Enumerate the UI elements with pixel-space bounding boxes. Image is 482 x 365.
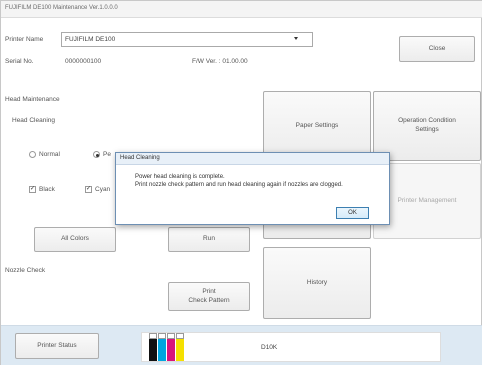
ink-yellow [176,339,184,361]
print-check-pattern-label: Print Check Pattern [188,287,230,304]
chevron-down-icon [294,37,298,40]
paper-settings-button[interactable]: Paper Settings [263,91,371,161]
radio-normal[interactable] [29,151,36,158]
checkmark-icon: ✓ [30,186,36,192]
checkbox-cyan[interactable]: ✓ [85,186,92,193]
printer-model-text: D10K [261,344,278,351]
ink-level-panel [141,332,441,362]
head-cleaning-dialog: Head Cleaning Power head cleaning is com… [115,152,390,225]
firmware-version: F/W Ver. : 01.00.00 [192,58,248,65]
printer-name-value: FUJIFILM DE100 [65,36,116,43]
dialog-message-line2: Print nozzle check pattern and run head … [135,182,343,188]
radio-power[interactable] [93,151,100,158]
head-maintenance-title: Head Maintenance [5,96,60,103]
operation-condition-settings-label: Operation Condition Settings [398,117,456,133]
operation-condition-settings-button[interactable]: Operation Condition Settings [373,91,481,161]
history-label: History [306,278,328,286]
dialog-message-line1: Power head cleaning is complete. [135,174,225,180]
radio-normal-label: Normal [39,151,60,158]
dialog-title: Head Cleaning [116,153,389,165]
printer-status-label: Printer Status [37,341,77,349]
all-colors-button-label: All Colors [61,235,89,243]
ok-button[interactable]: OK [336,207,369,219]
close-button[interactable]: Close [399,36,475,62]
close-button-label: Close [428,44,446,52]
checkbox-black[interactable]: ✓ [29,186,36,193]
printer-status-button[interactable]: Printer Status [15,333,99,359]
ink-black [149,339,157,361]
ink-magenta [167,339,175,361]
paper-settings-label: Paper Settings [295,121,339,129]
head-cleaning-label: Head Cleaning [12,117,56,124]
history-button[interactable]: History [263,247,371,319]
serial-value: 0000000100 [65,58,102,65]
printer-management-label: Printer Management [397,196,457,204]
run-button[interactable]: Run [168,227,250,252]
maintenance-window: FUJIFILM DE100 Maintenance Ver.1.0.0.0 P… [0,0,482,365]
checkmark-icon: ✓ [86,186,92,192]
nozzle-check-title: Nozzle Check [5,267,46,274]
dialog-message: Power head cleaning is complete. Print n… [135,173,343,189]
checkbox-cyan-label: Cyan [95,186,111,193]
window-title: FUJIFILM DE100 Maintenance Ver.1.0.0.0 [1,1,482,18]
print-check-pattern-button[interactable]: Print Check Pattern [168,282,250,311]
all-colors-button[interactable]: All Colors [34,227,116,252]
ok-button-label: OK [348,210,357,216]
checkbox-black-label: Black [39,186,55,193]
ink-cyan [158,339,166,361]
run-button-label: Run [203,235,215,243]
printer-name-select[interactable]: FUJIFILM DE100 [61,32,313,47]
printer-name-label: Printer Name [5,36,44,43]
radio-power-label: Pe [103,151,111,158]
serial-label: Serial No. [5,58,34,65]
